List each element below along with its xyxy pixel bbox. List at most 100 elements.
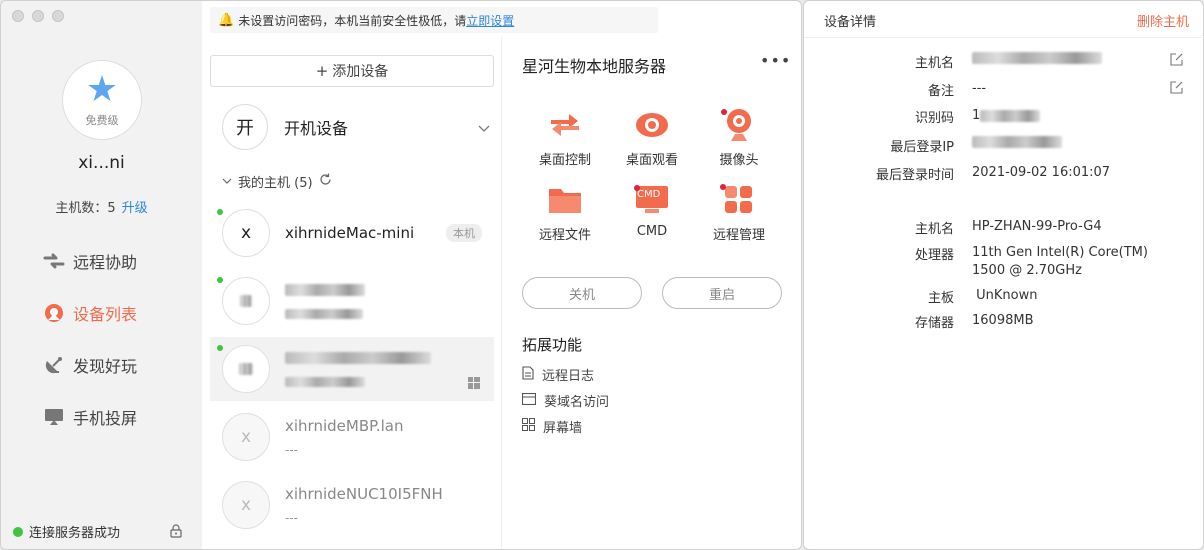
windows-icon xyxy=(468,374,480,393)
desktop-view-button[interactable]: 桌面观看 xyxy=(612,107,692,168)
cmd-icon: CMD xyxy=(612,182,692,218)
row-key: 存储器 xyxy=(914,316,954,331)
red-dot xyxy=(721,109,727,115)
nav-device-list[interactable]: 设备列表 xyxy=(43,301,137,325)
shutdown-button[interactable]: 关机 xyxy=(522,277,642,309)
remote-file-button[interactable]: 远程文件 xyxy=(525,182,605,243)
row-key: 最后登录时间 xyxy=(875,168,954,183)
device-avatar: x xyxy=(217,209,270,257)
remote-manage-button[interactable]: 远程管理 xyxy=(699,182,779,243)
nav-label: 设备列表 xyxy=(73,305,138,324)
device-detail: 星河生物本地服务器 ••• 桌面控制 桌面观看 摄像头 远程文件 CMD CMD xyxy=(502,37,801,549)
function-label: 桌面控制 xyxy=(538,153,591,168)
ext-label: 葵域名访问 xyxy=(544,395,610,410)
nav-remote-assist[interactable]: 远程协助 xyxy=(43,249,137,273)
device-name: xihrnideMac-mini xyxy=(285,224,415,242)
restart-button[interactable]: 重启 xyxy=(662,277,782,309)
lock-icon[interactable] xyxy=(170,523,182,542)
screen-cast-icon xyxy=(43,406,65,428)
add-device-label: 添加设备 xyxy=(332,64,389,80)
ext-remote-log[interactable]: 远程日志 xyxy=(522,365,594,384)
device-avatar xyxy=(217,345,270,393)
device-avatar: x xyxy=(222,481,270,529)
function-label: 远程管理 xyxy=(712,228,765,243)
chevron-down-icon[interactable] xyxy=(478,118,490,137)
close-button[interactable] xyxy=(12,10,24,22)
screen-wall-icon xyxy=(522,418,535,435)
ext-domain-access[interactable]: 葵域名访问 xyxy=(521,391,610,410)
device-list-icon xyxy=(43,302,65,324)
camera-icon xyxy=(699,107,779,143)
star-icon: ★ xyxy=(85,69,119,110)
row-key: 备注 xyxy=(927,84,954,99)
bell-icon: 🔔 xyxy=(218,12,235,28)
folder-icon xyxy=(525,182,605,218)
divider xyxy=(804,37,1204,38)
main-window: ★ 免费级 xi...ni 主机数：5 升级 远程协助 设备列表 发现好玩 手机… xyxy=(0,0,802,550)
row-key: 处理器 xyxy=(914,248,954,263)
ext-screen-wall[interactable]: 屏幕墙 xyxy=(522,417,582,436)
device-detail-panel: 设备详情 删除主机 主机名 备注 --- 识别码 1 最后登录IP 最后登录时间… xyxy=(803,0,1204,550)
row-value: --- xyxy=(972,81,987,96)
panel-title: 设备详情 xyxy=(824,15,877,30)
ext-label: 屏幕墙 xyxy=(543,421,583,436)
edit-icon[interactable] xyxy=(1170,80,1184,94)
row-value: UnKnown xyxy=(972,288,1038,303)
device-name-redacted xyxy=(285,281,494,300)
device-sub-redacted xyxy=(285,308,494,322)
ext-label: 远程日志 xyxy=(542,369,595,384)
status-text: 连接服务器成功 xyxy=(29,526,121,541)
row-value: 1 xyxy=(972,107,1041,125)
refresh-icon[interactable] xyxy=(319,173,332,190)
power-device-row[interactable]: 开 开机设备 xyxy=(222,103,490,151)
edit-icon[interactable] xyxy=(1170,52,1184,66)
add-device-button[interactable]: + 添加设备 xyxy=(210,55,494,87)
server-status: 连接服务器成功 xyxy=(13,522,120,541)
nav-screen-cast[interactable]: 手机投屏 xyxy=(43,405,137,429)
camera-button[interactable]: 摄像头 xyxy=(699,107,779,168)
sidebar: ★ 免费级 xi...ni 主机数：5 升级 远程协助 设备列表 发现好玩 手机… xyxy=(1,1,202,549)
notice-text: 未设置访问密码，本机当前安全性极低，请 xyxy=(238,13,467,28)
zoom-button[interactable] xyxy=(52,10,64,22)
device-initial-redacted xyxy=(240,295,252,307)
cmd-button[interactable]: CMD CMD xyxy=(612,182,692,239)
host-count-label: 主机数：5 xyxy=(55,201,116,216)
device-row[interactable]: x xihrnideNUC10I5FNH --- xyxy=(210,473,494,537)
device-sub-redacted xyxy=(285,376,468,390)
device-initial-redacted xyxy=(239,363,253,375)
more-icon[interactable]: ••• xyxy=(760,51,791,70)
desktop-view-icon xyxy=(612,107,692,143)
minimize-button[interactable] xyxy=(32,10,44,22)
device-info xyxy=(285,281,494,322)
function-label: CMD xyxy=(636,224,668,239)
upgrade-link[interactable]: 升级 xyxy=(122,201,148,216)
function-label: 远程文件 xyxy=(538,228,591,243)
device-info: xihrnideMBP.lan --- xyxy=(285,417,494,457)
avatar-level: 免费级 xyxy=(85,114,119,127)
device-row-selected[interactable] xyxy=(210,337,494,401)
device-avatar xyxy=(217,277,270,325)
group-header[interactable]: 我的主机 (5) xyxy=(222,172,332,191)
device-sub: --- xyxy=(285,511,298,525)
status-dot xyxy=(13,526,23,537)
cmd-icon-text: CMD xyxy=(637,189,661,200)
chevron-down-icon xyxy=(222,174,232,189)
set-password-link[interactable]: 立即设置 xyxy=(466,12,514,29)
security-notice: 🔔 未设置访问密码，本机当前安全性极低，请 立即设置 xyxy=(210,7,658,33)
device-row[interactable]: x xihrnideMBP.lan --- xyxy=(210,405,494,469)
desktop-control-icon xyxy=(525,107,605,143)
device-name: xihrnideMBP.lan xyxy=(285,417,404,435)
delete-host-button[interactable]: 删除主机 xyxy=(1137,11,1189,30)
device-sub: --- xyxy=(285,443,298,457)
device-row[interactable] xyxy=(210,269,494,333)
device-info xyxy=(285,349,468,390)
device-row[interactable]: x xihrnideMac-mini 本机 xyxy=(210,201,494,265)
row-value-redacted xyxy=(972,136,1062,154)
avatar[interactable]: ★ 免费级 xyxy=(62,60,142,140)
device-info: xihrnideMac-mini xyxy=(285,224,446,242)
row-key: 主机名 xyxy=(914,222,954,237)
nav-discover[interactable]: 发现好玩 xyxy=(43,353,137,377)
desktop-control-button[interactable]: 桌面控制 xyxy=(525,107,605,168)
row-key: 识别码 xyxy=(914,111,954,126)
function-label: 摄像头 xyxy=(719,153,759,168)
